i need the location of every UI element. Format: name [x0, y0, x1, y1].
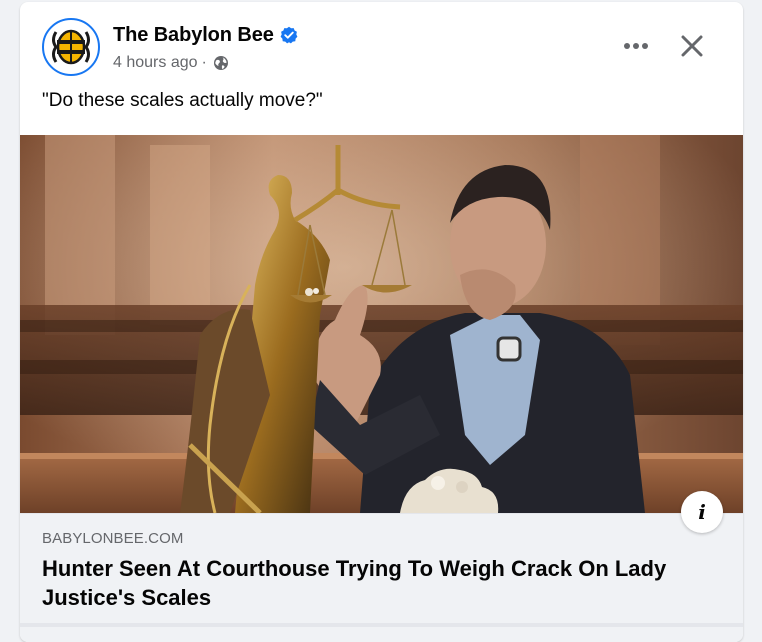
page-name-row: The Babylon Bee [113, 22, 298, 48]
meta-separator: · [201, 54, 207, 71]
close-icon [681, 35, 703, 57]
globe-icon [213, 56, 228, 70]
more-options-button[interactable] [616, 28, 656, 64]
close-button[interactable] [672, 26, 712, 66]
more-options-icon [624, 43, 648, 49]
info-icon: i [698, 500, 706, 524]
card-bottom-divider [20, 623, 743, 627]
page-name[interactable]: The Babylon Bee [113, 24, 274, 47]
babylon-bee-logo-icon [46, 22, 96, 72]
verified-badge-icon [280, 26, 298, 44]
post-header: The Babylon Bee 4 hours ago · [20, 2, 743, 88]
link-domain: BABYLONBEE.COM [42, 530, 184, 547]
link-title[interactable]: Hunter Seen At Courthouse Trying To Weig… [42, 554, 702, 612]
post-caption: "Do these scales actually move?" [42, 90, 323, 111]
post-card: The Babylon Bee 4 hours ago · "Do these … [20, 2, 743, 642]
post-timestamp[interactable]: 4 hours ago [113, 54, 198, 72]
info-button[interactable]: i [681, 491, 723, 533]
page-avatar[interactable] [42, 18, 100, 76]
post-meta: 4 hours ago · [113, 52, 229, 74]
post-photo[interactable] [20, 135, 743, 513]
article-image [20, 135, 743, 513]
